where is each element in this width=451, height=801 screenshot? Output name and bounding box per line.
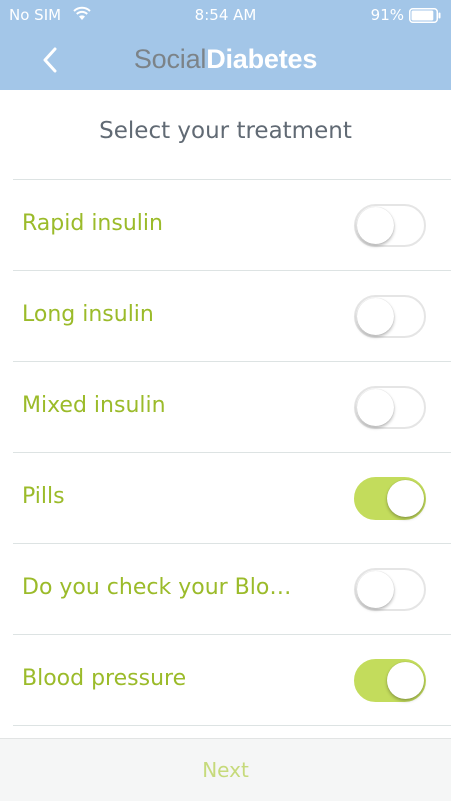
treatment-label: Long insulin: [22, 302, 154, 327]
page-title: Select your treatment: [99, 118, 352, 144]
treatment-label: Do you check your Blo…: [22, 575, 292, 600]
treatment-label: Rapid insulin: [22, 211, 163, 236]
battery-icon: [409, 8, 441, 23]
treatment-row-mixed-insulin: Mixed insulin: [13, 361, 451, 452]
toggle-knob: [357, 389, 394, 426]
treatment-label: Pills: [22, 484, 65, 509]
rapid-insulin-toggle[interactable]: [354, 204, 426, 247]
footer-bar: Next: [0, 738, 451, 801]
toggle-knob: [357, 298, 394, 335]
treatment-label: Mixed insulin: [22, 393, 166, 418]
treatment-label: Blood pressure: [22, 666, 187, 691]
treatment-row-long-insulin: Long insulin: [13, 270, 451, 361]
logo-text-social: Social: [133, 44, 207, 74]
toggle-knob: [387, 480, 424, 517]
treatment-row-blood-glucose-check: Do you check your Blo…: [13, 543, 451, 634]
toggle-knob: [357, 571, 394, 608]
status-bar: No SIM 8:54 AM 91%: [0, 0, 451, 30]
logo-text-diabetes: Diabetes: [206, 44, 318, 74]
treatment-list: Rapid insulin Long insulin Mixed insulin…: [13, 179, 451, 726]
treatment-row-pills: Pills: [13, 452, 451, 543]
treatment-row-rapid-insulin: Rapid insulin: [13, 179, 451, 270]
nav-bar: SocialDiabetes: [0, 30, 451, 90]
toggle-knob: [387, 662, 424, 699]
pills-toggle[interactable]: [354, 477, 426, 520]
mixed-insulin-toggle[interactable]: [354, 386, 426, 429]
treatment-row-blood-pressure: Blood pressure: [13, 634, 451, 726]
next-button[interactable]: Next: [202, 758, 249, 782]
top-bar: No SIM 8:54 AM 91% SocialDiabetes: [0, 0, 451, 90]
blood-glucose-check-toggle[interactable]: [354, 568, 426, 611]
blood-pressure-toggle[interactable]: [354, 659, 426, 702]
battery-percent: 91%: [370, 6, 404, 24]
app-logo: SocialDiabetes: [0, 44, 451, 75]
toggle-knob: [357, 207, 394, 244]
long-insulin-toggle[interactable]: [354, 295, 426, 338]
